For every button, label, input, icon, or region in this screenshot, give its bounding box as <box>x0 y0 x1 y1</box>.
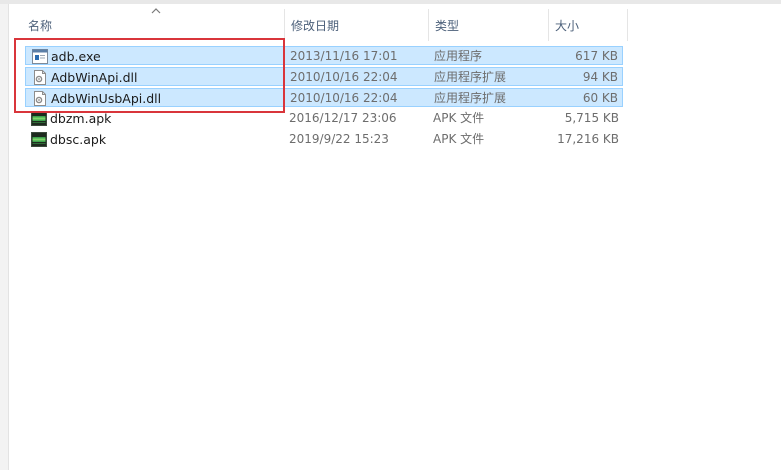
file-type: 应用程序扩展 <box>434 91 507 105</box>
column-header-bar: 名称 修改日期 类型 大小 <box>8 8 781 41</box>
column-header-date-label: 修改日期 <box>291 19 340 33</box>
file-size: 617 KB <box>575 49 618 63</box>
column-header-size[interactable]: 大小 <box>549 9 628 41</box>
apk-icon <box>31 132 47 147</box>
column-header-date[interactable]: 修改日期 <box>285 9 429 41</box>
file-size: 5,715 KB <box>564 111 619 125</box>
file-date: 2010/10/16 22:04 <box>290 91 398 105</box>
red-highlight-annotation <box>14 38 285 113</box>
file-size: 94 KB <box>582 70 618 84</box>
file-type: APK 文件 <box>433 132 485 146</box>
file-date: 2019/9/22 15:23 <box>289 132 389 146</box>
navigation-pane-edge <box>0 4 9 470</box>
file-type: APK 文件 <box>433 111 485 125</box>
file-name: dbsc.apk <box>50 132 107 147</box>
file-date: 2010/10/16 22:04 <box>290 70 398 84</box>
column-header-name-label: 名称 <box>28 19 53 33</box>
column-header-type-label: 类型 <box>435 19 460 33</box>
file-size: 17,216 KB <box>557 132 619 146</box>
apk-icon <box>31 111 47 126</box>
file-type: 应用程序 <box>434 49 483 63</box>
file-row-dbsc-apk[interactable]: dbsc.apk 2019/9/22 15:23 APK 文件 17,216 K… <box>25 130 623 149</box>
file-type: 应用程序扩展 <box>434 70 507 84</box>
window-top-border <box>0 0 781 4</box>
file-date: 2016/12/17 23:06 <box>289 111 397 125</box>
file-size: 60 KB <box>582 91 618 105</box>
file-date: 2013/11/16 17:01 <box>290 49 398 63</box>
column-header-type[interactable]: 类型 <box>429 9 549 41</box>
column-header-size-label: 大小 <box>555 19 580 33</box>
column-header-name[interactable]: 名称 <box>22 9 285 41</box>
